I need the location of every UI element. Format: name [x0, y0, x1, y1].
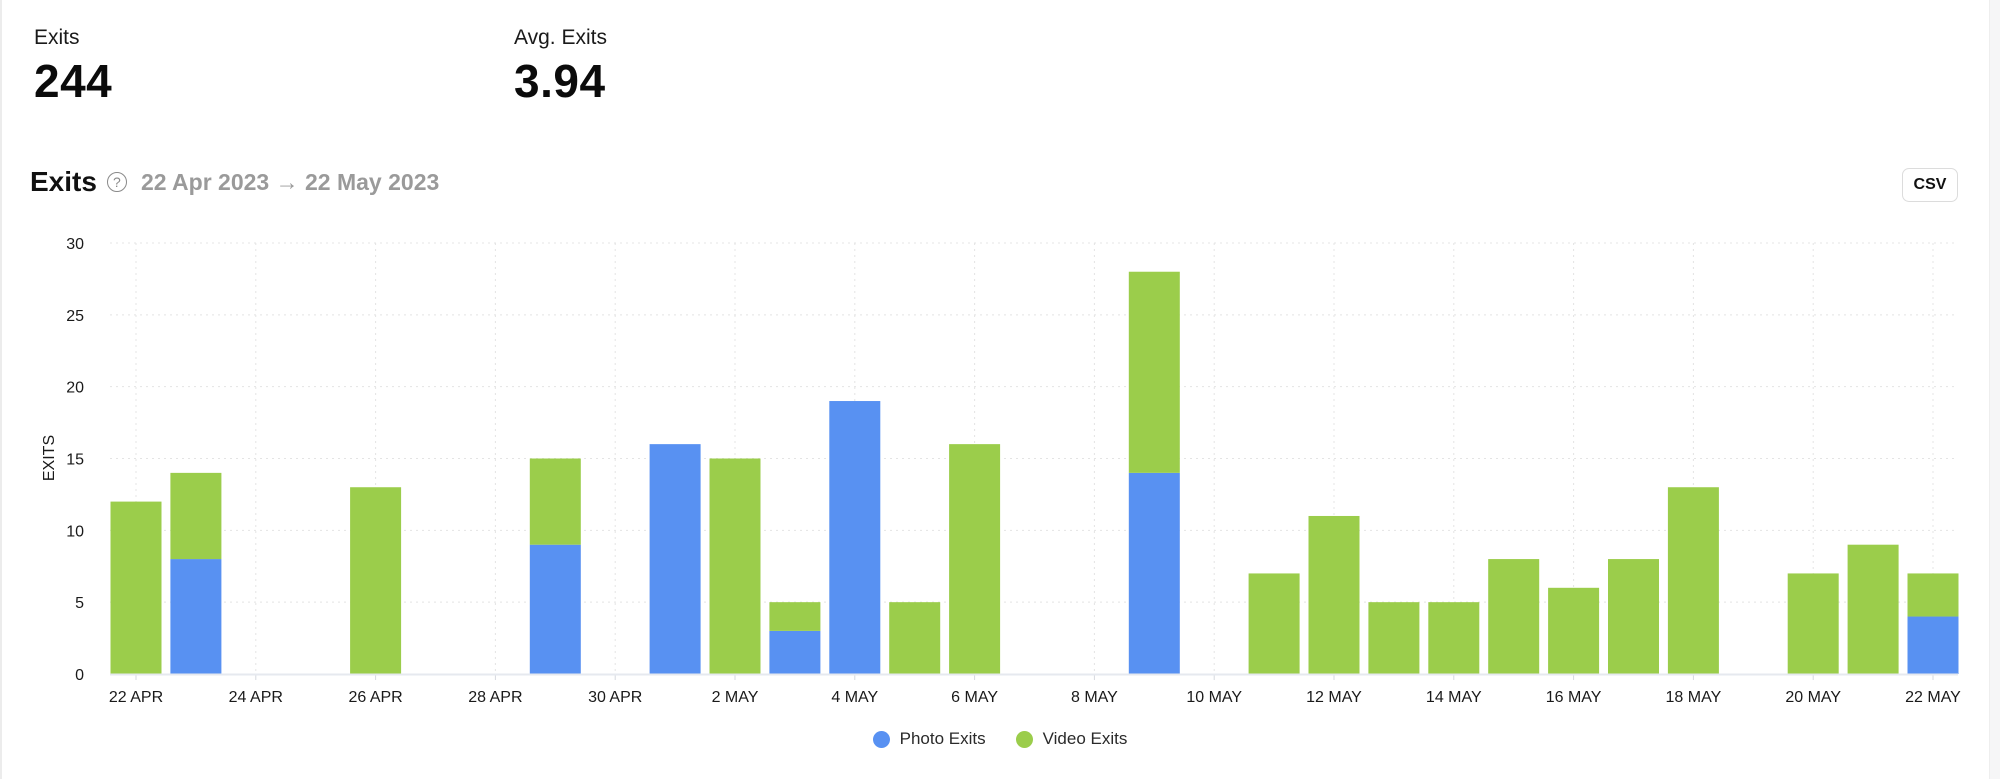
- x-tick-label: 4 MAY: [831, 689, 878, 706]
- x-tick-label: 28 APR: [468, 689, 522, 706]
- x-tick-label: 8 MAY: [1071, 689, 1118, 706]
- bar-video-exits[interactable]: [529, 458, 581, 545]
- bar-photo-exits[interactable]: [649, 444, 701, 674]
- bar-video-exits[interactable]: [1488, 559, 1540, 674]
- y-tick-label: 15: [66, 452, 84, 469]
- bar-video-exits[interactable]: [1368, 602, 1420, 674]
- bar-video-exits[interactable]: [889, 602, 941, 674]
- bar-video-exits[interactable]: [350, 487, 402, 674]
- legend-label: Video Exits: [1042, 729, 1128, 748]
- bar-photo-exits[interactable]: [529, 544, 581, 674]
- legend-dot-video: [1015, 730, 1033, 748]
- x-tick-label: 26 APR: [348, 689, 402, 706]
- x-tick-label: 24 APR: [229, 689, 283, 706]
- stacked-bar-chart: 0 5 10 15 20 25 30 22 APR 24 APR 26 APR 28 APR 30 …: [41, 236, 1961, 706]
- bar-video-exits[interactable]: [1248, 573, 1300, 674]
- y-tick-label: 30: [66, 236, 84, 253]
- bar-video-exits[interactable]: [1308, 515, 1360, 674]
- bar-video-exits[interactable]: [949, 444, 1001, 674]
- y-tick-label: 0: [75, 667, 84, 684]
- legend-dot-photo: [872, 730, 890, 748]
- y-tick-label: 20: [66, 380, 84, 397]
- bar-photo-exits[interactable]: [170, 559, 222, 674]
- bar-video-exits[interactable]: [709, 458, 761, 675]
- bars: [110, 271, 1959, 675]
- bar-video-exits[interactable]: [1907, 573, 1959, 617]
- bar-video-exits[interactable]: [170, 472, 222, 560]
- bar-video-exits[interactable]: [1787, 573, 1839, 674]
- bar-video-exits[interactable]: [110, 501, 162, 674]
- legend-item-video[interactable]: Video Exits: [1015, 729, 1128, 749]
- legend-item-photo[interactable]: Photo Exits: [872, 729, 986, 749]
- x-tick-label: 2 MAY: [712, 689, 759, 706]
- x-tick-label: 14 MAY: [1426, 689, 1482, 706]
- y-tick-label: 25: [66, 308, 84, 325]
- bar-video-exits[interactable]: [1847, 544, 1899, 674]
- x-tick-label: 6 MAY: [951, 689, 998, 706]
- bar-photo-exits[interactable]: [1907, 616, 1959, 674]
- y-tick-label: 5: [75, 595, 84, 612]
- bar-video-exits[interactable]: [1128, 271, 1180, 473]
- bar-photo-exits[interactable]: [829, 401, 881, 674]
- x-tick-label: 22 APR: [109, 689, 163, 706]
- bar-video-exits[interactable]: [1608, 559, 1659, 674]
- y-tick-label: 10: [66, 523, 84, 540]
- x-axis: 22 APR 24 APR 26 APR 28 APR 30 APR 2 MAY 4 MAY…: [109, 673, 1961, 706]
- bar-video-exits[interactable]: [769, 602, 821, 631]
- y-axis: 0 5 10 15 20 25 30: [66, 236, 84, 684]
- bar-photo-exits[interactable]: [1128, 472, 1180, 674]
- x-tick-label: 22 MAY: [1905, 689, 1961, 706]
- x-tick-label: 16 MAY: [1546, 689, 1602, 706]
- bar-video-exits[interactable]: [1667, 487, 1719, 674]
- bar-photo-exits[interactable]: [769, 630, 821, 674]
- legend: Photo Exits Video Exits: [0, 729, 2000, 749]
- x-tick-label: 18 MAY: [1666, 689, 1722, 706]
- bar-video-exits[interactable]: [1428, 602, 1480, 674]
- x-tick-label: 30 APR: [588, 689, 642, 706]
- x-tick-label: 12 MAY: [1306, 689, 1362, 706]
- legend-label: Photo Exits: [899, 729, 986, 748]
- x-tick-label: 20 MAY: [1785, 689, 1841, 706]
- bar-video-exits[interactable]: [1548, 587, 1600, 674]
- x-tick-label: 10 MAY: [1186, 689, 1242, 706]
- y-axis-title: EXITS: [41, 435, 58, 481]
